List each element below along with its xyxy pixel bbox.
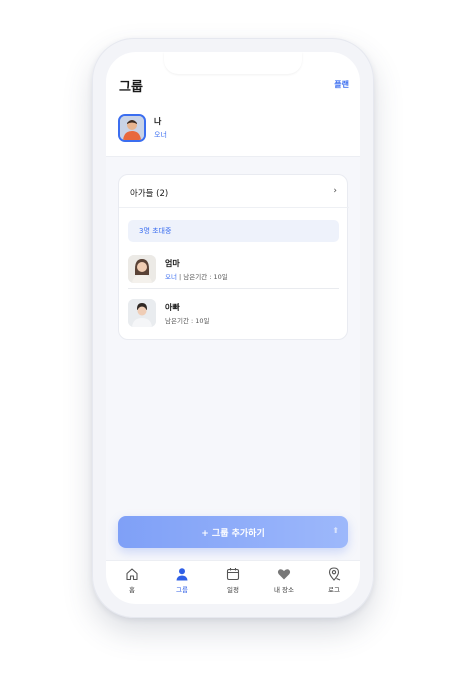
tab-label: 그룹	[176, 586, 188, 594]
phone-notch	[164, 52, 302, 74]
tab-label: 홈	[129, 586, 135, 594]
member-row[interactable]: 아빠 남은기간 : 10일	[128, 297, 339, 333]
my-role: 오너	[154, 131, 167, 139]
my-name: 나	[154, 117, 162, 126]
member-remaining: 남은기간 : 10일	[165, 317, 210, 325]
chevron-right-icon: ›	[333, 186, 337, 196]
plan-link[interactable]: 플랜	[334, 79, 349, 90]
member-name: 아빠	[165, 303, 180, 312]
group-card: 아가들 (2) › 3명 초대중 엄마 오너 | 남은기간 : 10일 아빠 남…	[118, 174, 349, 340]
member-row[interactable]: 엄마 오너 | 남은기간 : 10일	[128, 253, 339, 289]
calendar-icon	[226, 568, 240, 581]
tab-label: 일정	[227, 586, 239, 594]
home-icon	[126, 568, 138, 581]
tab-log[interactable]: 로그	[309, 567, 359, 594]
tab-home[interactable]: 홈	[107, 567, 157, 594]
bottom-tab-bar: 홈 그룹 일정 내 장소 로그	[106, 560, 360, 604]
tab-group[interactable]: 그룹	[157, 567, 207, 594]
member-avatar	[128, 299, 156, 327]
member-remaining: 남은기간 : 10일	[183, 273, 228, 281]
person-icon	[176, 568, 188, 581]
tab-label: 내 장소	[273, 586, 294, 594]
group-title: 아가들 (2)	[130, 189, 169, 199]
tab-my-places[interactable]: 내 장소	[259, 567, 309, 594]
group-header[interactable]: 아가들 (2) ›	[119, 175, 349, 208]
header: 그룹 플랜 나 오너	[106, 52, 360, 157]
member-role: 오너	[165, 273, 177, 281]
phone-frame: 그룹 플랜 나 오너 아가들 (2) › 3명 초대중 엄마 오너 | 남은기간…	[92, 38, 374, 618]
heart-icon	[277, 569, 291, 580]
location-pin-icon	[328, 567, 341, 581]
arrow-up-icon: ⬆	[332, 526, 339, 535]
invite-status-text: 3명 초대중	[139, 227, 172, 235]
tab-label: 로그	[328, 586, 340, 594]
app-screen: 그룹 플랜 나 오너 아가들 (2) › 3명 초대중 엄마 오너 | 남은기간…	[106, 52, 360, 604]
my-avatar[interactable]	[118, 114, 146, 142]
invite-status-bar[interactable]: 3명 초대중	[128, 220, 339, 242]
member-name: 엄마	[165, 259, 180, 268]
add-group-button[interactable]: + 그룹 추가하기 ⬆	[118, 516, 348, 548]
member-avatar	[128, 255, 156, 283]
page-title: 그룹	[119, 80, 143, 95]
add-group-label: + 그룹 추가하기	[201, 529, 265, 539]
member-info: 오너 | 남은기간 : 10일	[165, 271, 228, 281]
tab-schedule[interactable]: 일정	[208, 567, 258, 594]
